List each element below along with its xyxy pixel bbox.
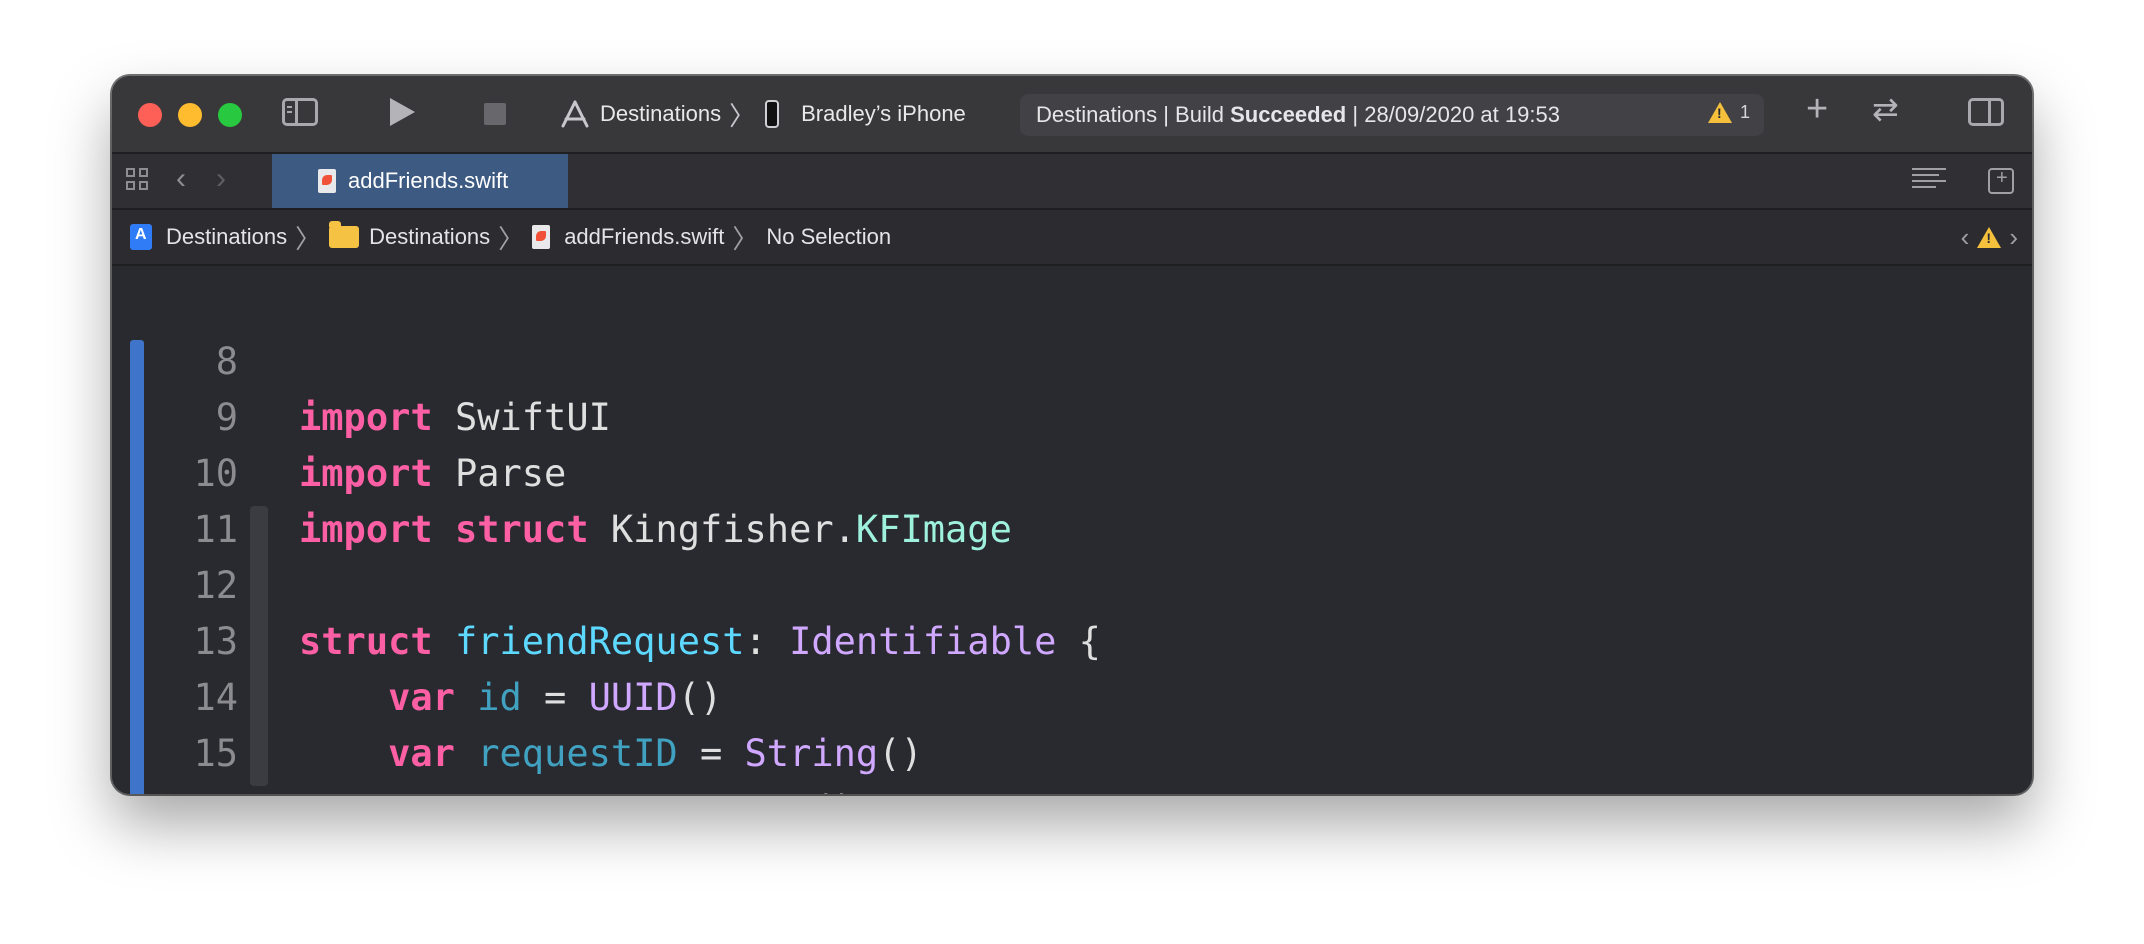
breadcrumb-selection-label: No Selection: [766, 224, 892, 249]
swift-file-icon: [532, 225, 551, 249]
code-line: 15 var user = userData(): [112, 670, 2032, 794]
breadcrumb-project[interactable]: Destinations: [112, 224, 287, 250]
activity-separator: |: [1346, 102, 1365, 127]
related-items-grid-icon[interactable]: [126, 168, 152, 194]
code-line: 11: [112, 446, 2032, 551]
activity-project: Destinations: [1036, 102, 1158, 127]
previous-issue-icon[interactable]: ‹: [1961, 222, 1970, 253]
build-timestamp: 28/09/2020 at 19:53: [1364, 102, 1560, 127]
navigator-toggle-icon[interactable]: [282, 98, 318, 126]
app-target-icon: [561, 100, 589, 128]
breadcrumb-file-label: addFriends.swift: [564, 224, 725, 249]
library-plus-icon[interactable]: +: [1806, 90, 1828, 128]
breadcrumb-group-label: Destinations: [369, 224, 491, 249]
breadcrumb-project-label: Destinations: [166, 224, 288, 249]
xcode-window: Destinations 〉 Bradley’s iPhone Destinat…: [112, 76, 2032, 794]
activity-separator: |: [1157, 102, 1176, 127]
editor-options-icon[interactable]: [1912, 168, 1946, 192]
chevron-right-icon: 〉: [732, 223, 759, 254]
zoom-window-button[interactable]: [218, 103, 242, 127]
iphone-icon: [765, 100, 780, 128]
code-line: 14 var requestID = String(): [112, 614, 2032, 775]
tab-bar: ‹ › addFriends.swift: [112, 154, 2032, 210]
close-window-button[interactable]: [138, 103, 162, 127]
forward-arrow-icon[interactable]: ›: [216, 162, 226, 196]
build-status: Succeeded: [1230, 102, 1347, 127]
activity-viewer[interactable]: Destinations | Build Succeeded | 28/09/2…: [1020, 94, 1764, 136]
scheme-name: Destinations: [600, 101, 722, 126]
warning-icon: !: [1707, 102, 1732, 123]
add-editor-icon[interactable]: [1988, 167, 2014, 194]
source-editor[interactable]: 8 import SwiftUI 9 import Parse 10 impor…: [112, 266, 2032, 794]
warning-count: 1: [1739, 102, 1750, 122]
run-button[interactable]: [390, 98, 415, 126]
next-issue-icon[interactable]: ›: [2009, 222, 2018, 253]
code-line: 12 struct friendRequest: Identifiable {: [112, 502, 2032, 663]
activity-build-prefix: Build: [1175, 102, 1224, 127]
chevron-right-icon: 〉: [295, 223, 322, 254]
code-line: 13 var id = UUID(): [112, 558, 2032, 719]
warning-icon[interactable]: !: [1977, 227, 2002, 248]
chevron-right-icon: 〉: [729, 100, 756, 131]
line-code[interactable]: var user = userData(): [299, 782, 856, 794]
code-line: 16 }: [112, 726, 2032, 794]
scheme-selector[interactable]: Destinations 〉 Bradley’s iPhone: [560, 96, 966, 132]
inspector-toggle-icon[interactable]: [1968, 98, 2004, 126]
warning-indicator[interactable]: ! 1: [1707, 102, 1750, 123]
xcode-project-icon: [130, 224, 152, 250]
breadcrumb-file[interactable]: addFriends.swift: [532, 224, 724, 250]
device-name: Bradley’s iPhone: [801, 101, 966, 126]
breadcrumb-group[interactable]: Destinations: [329, 221, 491, 250]
code-line: 10 import struct Kingfisher.KFImage: [112, 390, 2032, 551]
stop-button[interactable]: [484, 103, 506, 125]
toolbar: Destinations 〉 Bradley’s iPhone Destinat…: [112, 76, 2032, 154]
swift-file-icon: [318, 169, 336, 193]
back-arrow-icon[interactable]: ‹: [176, 162, 186, 196]
code-review-icon[interactable]: ⇄: [1872, 90, 1899, 128]
folder-icon: [329, 221, 360, 248]
tab-label: addFriends.swift: [348, 168, 509, 193]
tab-addfriends-swift[interactable]: addFriends.swift: [272, 154, 568, 208]
minimize-window-button[interactable]: [178, 103, 202, 127]
chevron-right-icon: 〉: [498, 223, 525, 254]
line-number: 16: [112, 782, 238, 794]
jump-bar: Destinations 〉 Destinations 〉 addFriends…: [112, 210, 2032, 266]
breadcrumb-selection[interactable]: No Selection: [766, 224, 891, 250]
issue-navigator-controls: ‹ ! ›: [1961, 222, 2018, 253]
code-line: 8 import SwiftUI: [112, 278, 2032, 439]
code-line: 9 import Parse: [112, 334, 2032, 495]
